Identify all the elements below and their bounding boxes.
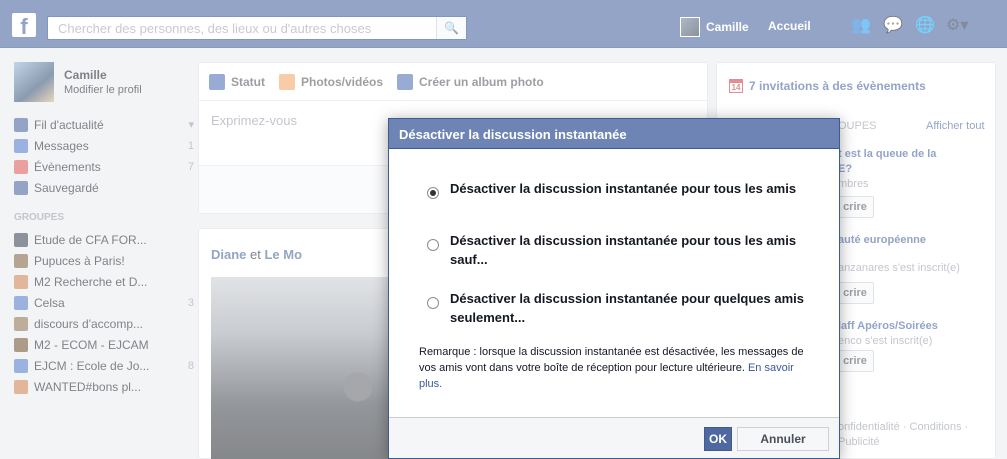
radio-all-except[interactable] [427, 239, 439, 251]
option-some-friends-label[interactable]: Désactiver la discussion instantanée pou… [450, 289, 817, 327]
disable-chat-dialog: Désactiver la discussion instantanée Dés… [388, 118, 840, 459]
option-all-friends-label[interactable]: Désactiver la discussion instantanée pou… [450, 179, 796, 198]
dialog-note: Remarque : lorsque la discussion instant… [419, 344, 819, 392]
radio-all-friends[interactable] [427, 187, 439, 199]
dialog-footer: OK Annuler [389, 417, 839, 458]
radio-some-friends[interactable] [427, 297, 439, 309]
option-all-except[interactable]: Désactiver la discussion instantanée pou… [427, 231, 817, 269]
ok-button[interactable]: OK [704, 427, 732, 451]
cancel-button[interactable]: Annuler [737, 427, 829, 451]
dialog-title: Désactiver la discussion instantanée [389, 119, 839, 149]
note-text: Remarque : lorsque la discussion instant… [419, 346, 804, 374]
option-some-friends[interactable]: Désactiver la discussion instantanée pou… [427, 289, 817, 327]
option-all-friends[interactable]: Désactiver la discussion instantanée pou… [427, 179, 817, 199]
option-all-except-label[interactable]: Désactiver la discussion instantanée pou… [450, 231, 817, 269]
